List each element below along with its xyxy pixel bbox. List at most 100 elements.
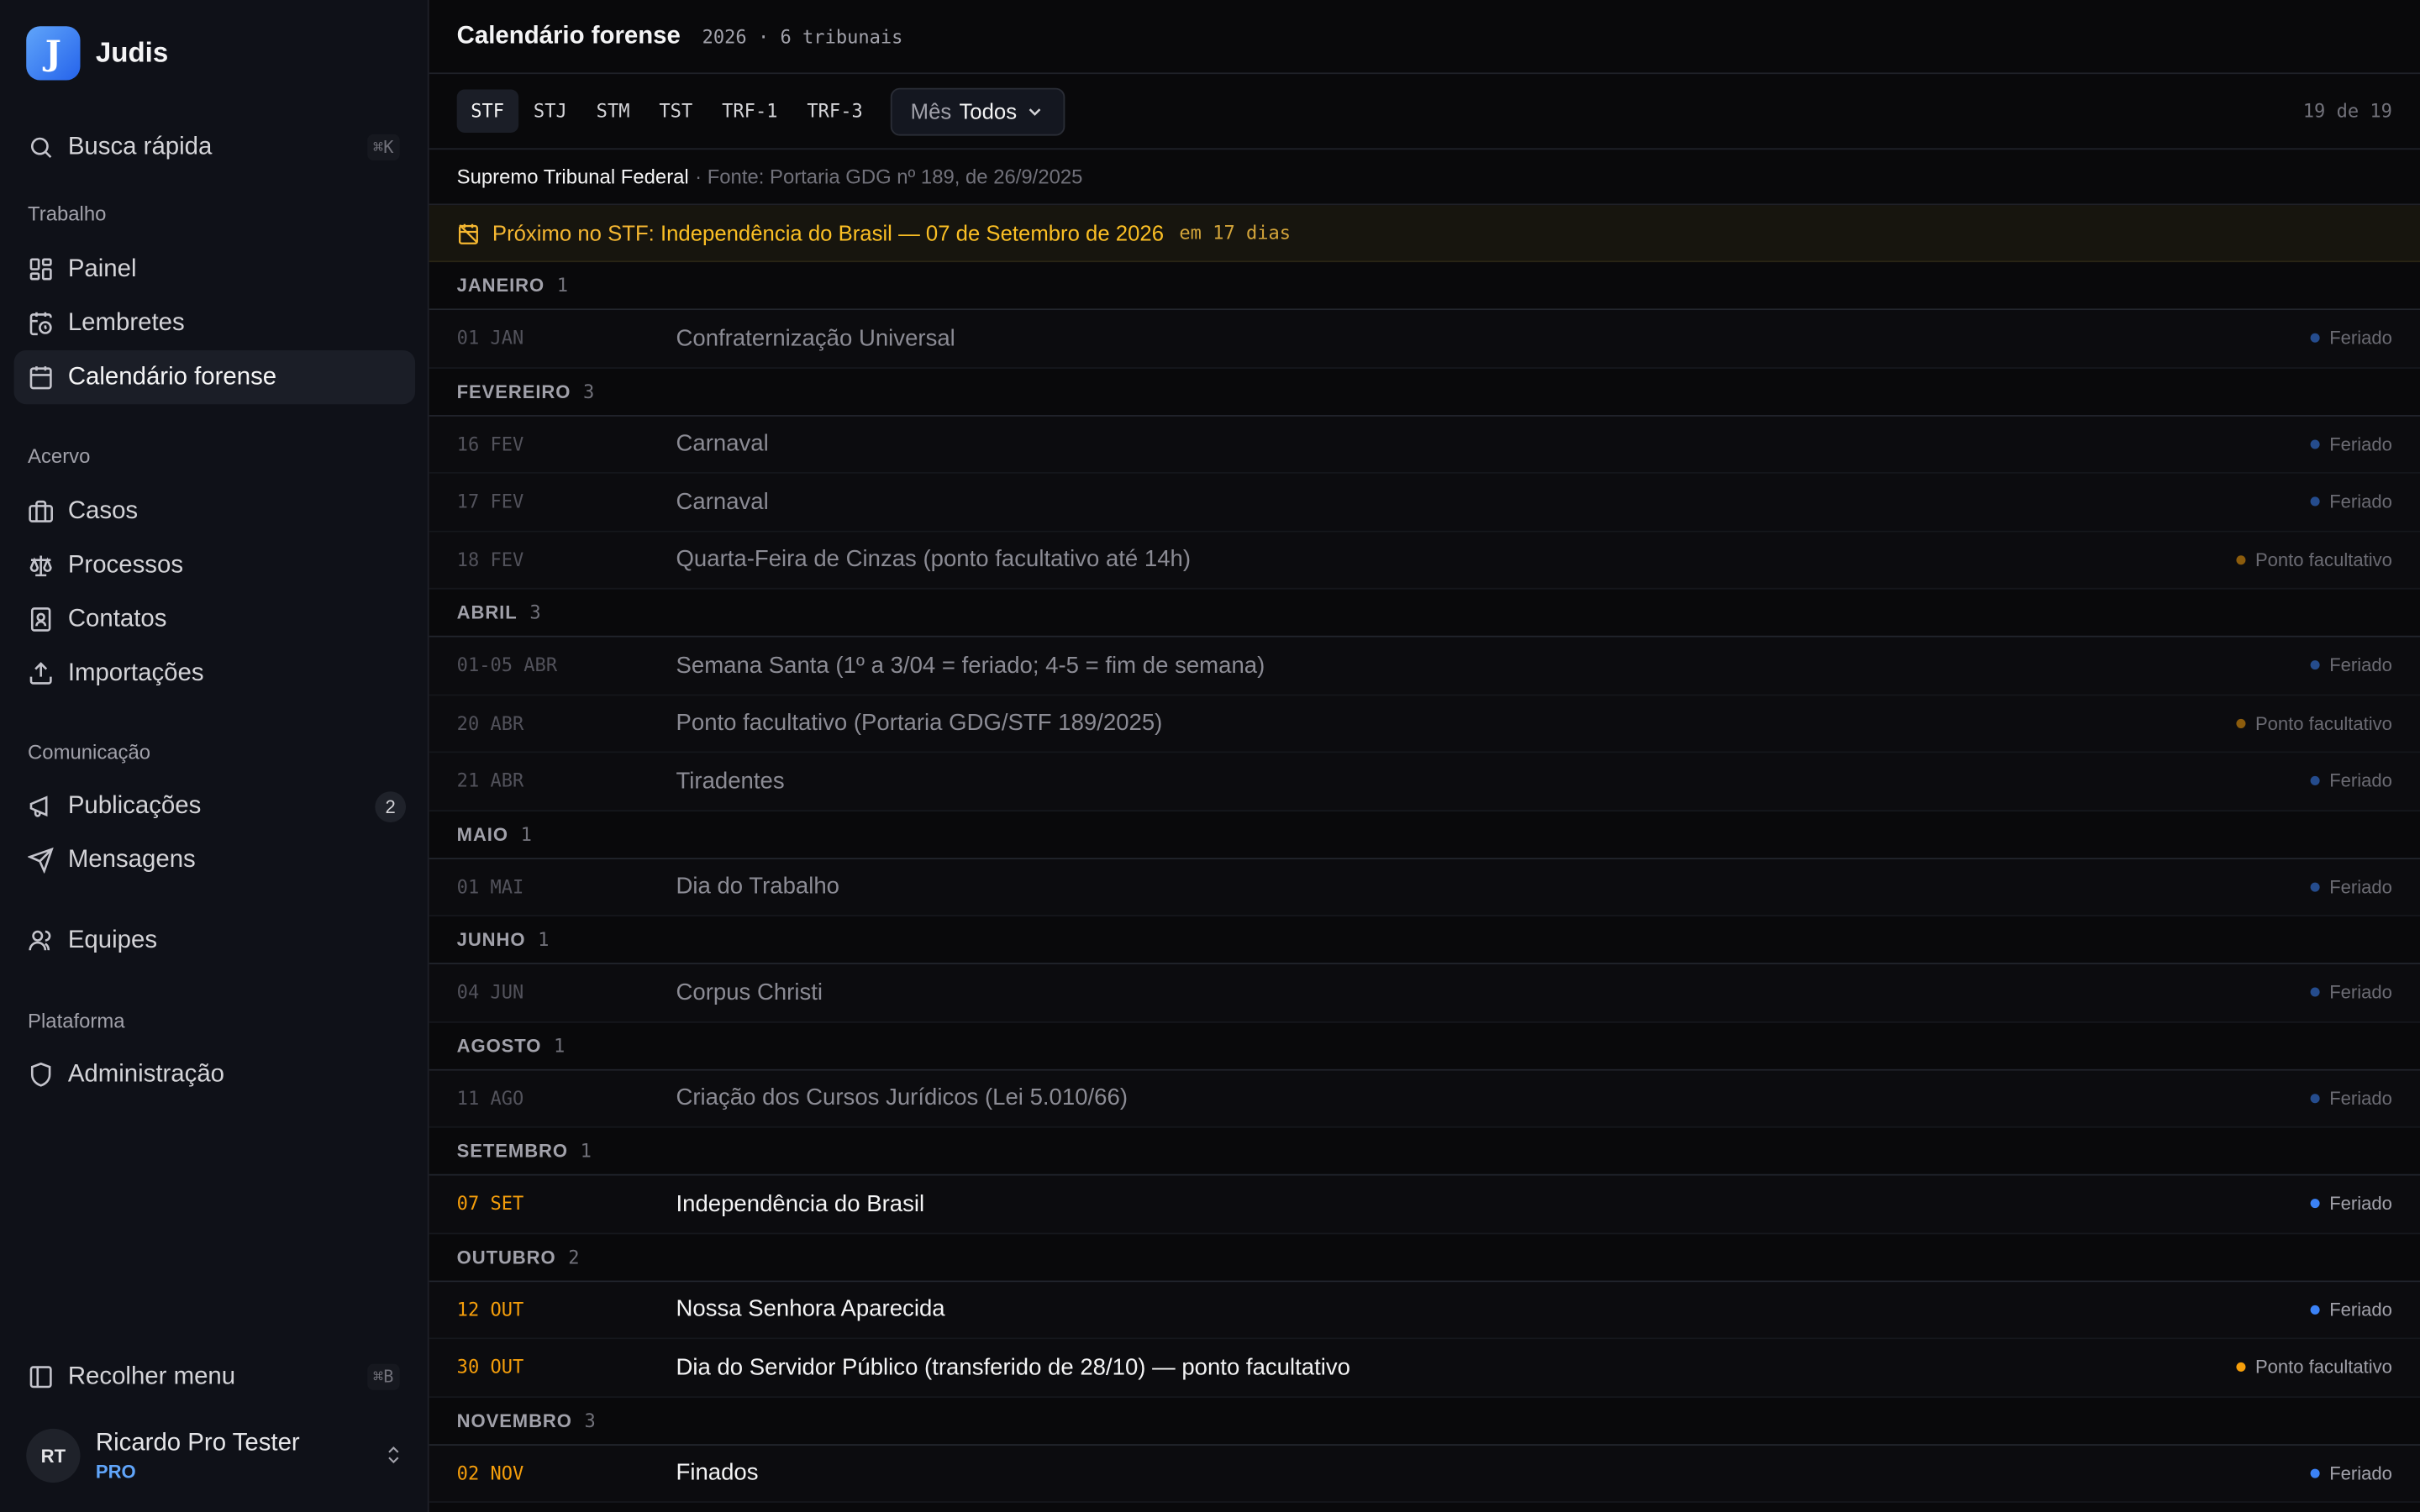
tab-stm[interactable]: STM xyxy=(582,90,644,133)
month-count: 3 xyxy=(529,601,541,624)
status-dot-icon xyxy=(2236,554,2246,564)
sidebar-item-processos[interactable]: Processos xyxy=(14,538,416,592)
event-row[interactable]: 01 JAN Confraternização Universal Feriado xyxy=(429,310,2420,369)
event-type-tag: Feriado xyxy=(2311,491,2392,512)
megaphone-icon xyxy=(28,793,54,819)
event-row[interactable]: 02 NOV Finados Feriado xyxy=(429,1445,2420,1503)
month-name: FEVEREIRO xyxy=(456,380,571,402)
calendar-clock-icon xyxy=(28,310,54,336)
event-row[interactable]: 17 FEV Carnaval Feriado xyxy=(429,473,2420,532)
sidebar-item-contatos[interactable]: Contatos xyxy=(14,592,416,646)
tab-stf[interactable]: STF xyxy=(456,89,518,133)
month-filter-select[interactable]: Mês Todos xyxy=(890,87,1065,135)
sidebar-item-label: Mensagens xyxy=(67,846,196,873)
event-title: Tiradentes xyxy=(676,768,785,795)
sidebar-item-label: Contatos xyxy=(67,605,167,633)
tab-tst[interactable]: TST xyxy=(645,90,707,133)
status-dot-icon xyxy=(2311,660,2321,670)
sidebar-item-administracao[interactable]: Administração xyxy=(14,1047,416,1101)
brand[interactable]: J Judis xyxy=(26,26,169,81)
event-date: 11 AGO xyxy=(456,1087,524,1110)
event-type-label: Ponto facultativo xyxy=(2254,549,2392,571)
sidebar-item-lembretes[interactable]: Lembretes xyxy=(14,297,416,350)
event-row[interactable]: 16 FEV Carnaval Feriado xyxy=(429,416,2420,474)
quick-search-button[interactable]: Busca rápida ⌘K xyxy=(14,120,416,174)
sidebar-item-label: Publicações xyxy=(67,792,202,819)
user-menu[interactable]: RT Ricardo Pro Tester PRO xyxy=(26,1428,405,1483)
court-tabs: STF STJ STM TST TRF-1 TRF-3 xyxy=(456,89,878,133)
event-type-tag: Ponto facultativo xyxy=(2236,1356,2392,1378)
event-date: 21 ABR xyxy=(456,769,524,792)
month-header: JUNHO 1 xyxy=(429,916,2420,964)
status-dot-icon xyxy=(2311,776,2321,786)
sidebar-item-label: Processos xyxy=(67,551,184,578)
event-type-label: Feriado xyxy=(2329,875,2392,898)
sidebar-panel-icon xyxy=(28,1364,54,1390)
event-title: Finados xyxy=(676,1460,759,1487)
month-filter-value: Todos xyxy=(959,98,1018,123)
status-dot-icon xyxy=(2311,439,2321,449)
event-type-tag: Feriado xyxy=(2311,1193,2392,1215)
tab-trf-1[interactable]: TRF-1 xyxy=(708,90,792,133)
month-name: MAIO xyxy=(456,822,508,845)
event-title: Ponto facultativo (Portaria GDG/STF 189/… xyxy=(676,710,1163,737)
event-date: 17 FEV xyxy=(456,491,524,513)
event-row[interactable]: 01-05 ABR Semana Santa (1º a 3/04 = feria… xyxy=(429,637,2420,696)
avatar: RT xyxy=(26,1428,81,1483)
status-dot-icon xyxy=(2311,1305,2321,1315)
contact-book-icon xyxy=(28,606,54,633)
event-date: 02 NOV xyxy=(456,1462,524,1484)
event-row[interactable]: 21 ABR Tiradentes Feriado xyxy=(429,753,2420,811)
status-dot-icon xyxy=(2236,718,2246,728)
event-row[interactable]: 04 JUN Corpus Christi Feriado xyxy=(429,963,2420,1022)
event-type-tag: Ponto facultativo xyxy=(2236,712,2392,734)
chevrons-up-down-icon xyxy=(383,1444,405,1473)
sidebar-item-label: Lembretes xyxy=(67,309,185,336)
event-row[interactable]: 20 ABR Ponto facultativo (Portaria GDG/ST… xyxy=(429,695,2420,753)
event-type-label: Feriado xyxy=(2329,769,2392,792)
event-type-label: Feriado xyxy=(2329,981,2392,1004)
event-title: Carnaval xyxy=(676,488,769,516)
next-event-text: Próximo no STF: Independência do Brasil … xyxy=(492,221,1164,245)
event-row[interactable]: 12 OUT Nossa Senhora Aparecida Feriado xyxy=(429,1281,2420,1340)
event-row[interactable]: 11 AGO Criação dos Cursos Jurídicos (Lei … xyxy=(429,1069,2420,1128)
event-type-label: Ponto facultativo xyxy=(2254,1356,2392,1378)
section-label-comunicacao: Comunicação xyxy=(28,740,151,764)
event-date: 20 ABR xyxy=(456,712,524,734)
event-row[interactable]: 18 FEV Quarta-Feira de Cinzas (ponto facu… xyxy=(429,531,2420,590)
section-label-acervo: Acervo xyxy=(28,444,91,468)
event-row[interactable]: 07 SET Independência do Brasil Feriado xyxy=(429,1175,2420,1234)
sidebar-item-calendario-forense[interactable]: Calendário forense xyxy=(13,349,416,405)
month-name: SETEMBRO xyxy=(456,1140,568,1163)
brand-name: Judis xyxy=(95,37,169,68)
sidebar-item-equipes[interactable]: Equipes xyxy=(14,913,416,967)
app-window: J Judis Busca rápida ⌘K Trabalho Painel … xyxy=(0,0,2420,1512)
user-name: Ricardo Pro Tester xyxy=(95,1429,300,1456)
month-count: 2 xyxy=(568,1246,580,1268)
tab-stj[interactable]: STJ xyxy=(519,90,581,133)
month-header: SETEMBRO 1 xyxy=(429,1127,2420,1176)
status-dot-icon xyxy=(2311,1093,2321,1103)
event-list: JANEIRO 1 01 JAN Confraternização Universal… xyxy=(429,262,2420,1503)
sidebar-item-publicacoes[interactable]: Publicações 2 xyxy=(14,780,416,833)
sidebar-item-painel[interactable]: Painel xyxy=(14,242,416,296)
month-count: 3 xyxy=(584,1409,596,1431)
event-date: 01 JAN xyxy=(456,327,524,349)
event-row[interactable]: 30 OUT Dia do Servidor Público (transferi… xyxy=(429,1339,2420,1398)
event-type-tag: Feriado xyxy=(2311,981,2392,1004)
sidebar-item-mensagens[interactable]: Mensagens xyxy=(14,833,416,887)
tab-trf-3[interactable]: TRF-3 xyxy=(793,90,876,133)
month-header: ABRIL 3 xyxy=(429,589,2420,638)
month-name: AGOSTO xyxy=(456,1034,542,1057)
event-date: 07 SET xyxy=(456,1193,524,1215)
sidebar-item-importacoes[interactable]: Importações xyxy=(14,647,416,701)
sidebar-item-label: Casos xyxy=(67,497,139,524)
event-type-tag: Feriado xyxy=(2311,876,2392,898)
sidebar-item-casos[interactable]: Casos xyxy=(14,485,416,538)
collapse-menu-button[interactable]: Recolher menu ⌘B xyxy=(14,1350,416,1404)
event-row[interactable]: 01 MAI Dia do Trabalho Feriado xyxy=(429,858,2420,917)
dashboard-icon xyxy=(28,256,54,282)
event-title: Carnaval xyxy=(676,430,769,458)
event-type-label: Feriado xyxy=(2329,1462,2392,1484)
event-date: 18 FEV xyxy=(456,549,524,571)
